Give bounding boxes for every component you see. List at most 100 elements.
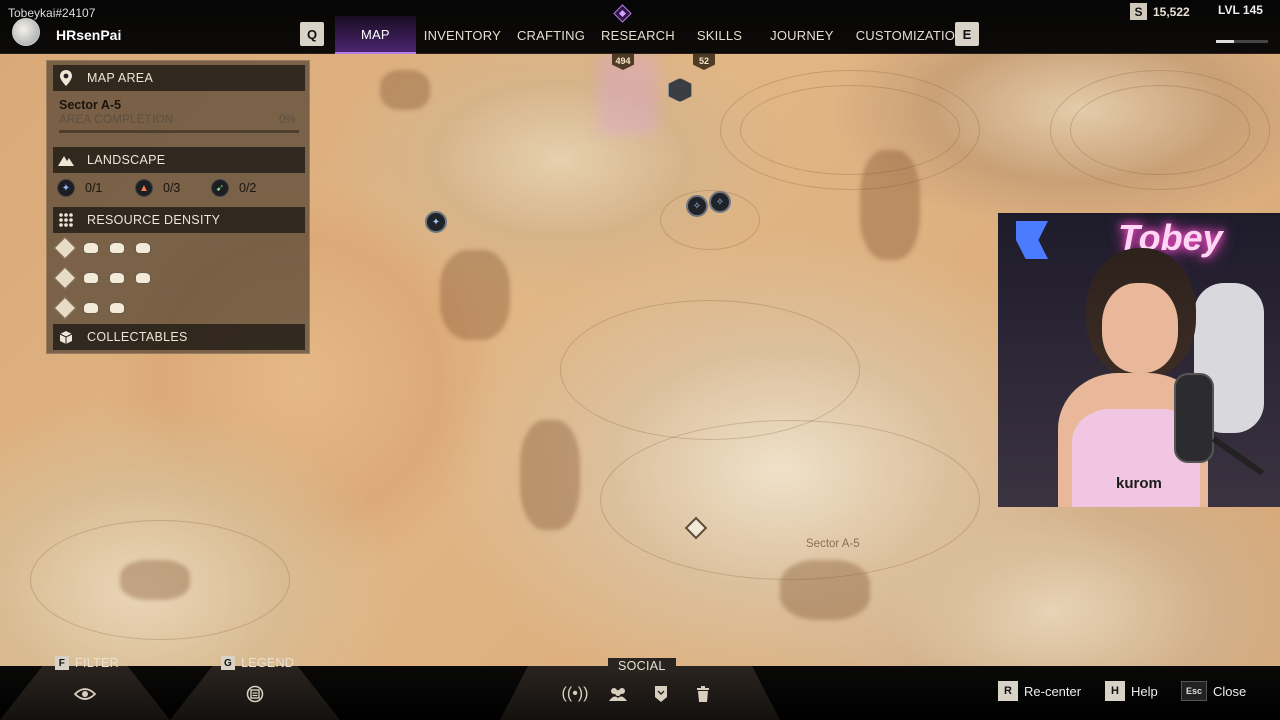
player-level: LVL 145 <box>1218 3 1263 17</box>
landscape-count: 0/3 <box>163 181 181 195</box>
trash-icon[interactable] <box>692 683 714 705</box>
resource-density-title: RESOURCE DENSITY <box>87 213 221 227</box>
collectables-header[interactable]: COLLECTABLES <box>53 324 305 350</box>
area-completion-value: 0% <box>279 114 296 126</box>
guild-banner-icon[interactable] <box>650 683 672 705</box>
resource-pebble-icon[interactable] <box>83 302 99 314</box>
currency-icon: S <box>1130 3 1147 20</box>
social-tab[interactable]: SOCIAL <box>608 658 676 674</box>
recenter-label: Re-center <box>1024 683 1082 699</box>
resource-clay-icon[interactable] <box>135 272 151 284</box>
sector-map-label: Sector A-5 <box>806 538 860 550</box>
rock-shadow <box>780 560 870 620</box>
terrain-contour <box>1070 85 1250 175</box>
channel-logo <box>1016 221 1048 259</box>
rock-shadow <box>440 250 510 340</box>
avatar[interactable] <box>12 18 40 46</box>
legend-book-icon[interactable] <box>244 683 266 705</box>
grid-dots-icon <box>55 209 77 231</box>
top-navigation-bar: Tobeykai#24107 HRsenPai Q MAP INVENTORY … <box>0 0 1280 54</box>
cave-icon: ✦ <box>57 179 75 197</box>
tab-map[interactable]: MAP <box>335 16 416 54</box>
resource-node-icon[interactable]: ✧ <box>686 195 708 217</box>
recenter-key: R <box>998 681 1018 701</box>
streamer-face <box>1102 283 1178 373</box>
collectables-title: COLLECTABLES <box>87 330 188 344</box>
filter-tab[interactable]: F FILTER <box>55 654 119 672</box>
tab-inventory[interactable]: INVENTORY <box>416 16 509 54</box>
help-button[interactable]: H Help <box>1105 681 1158 701</box>
main-tabs: MAP INVENTORY CRAFTING RESEARCH SKILLS J… <box>335 16 973 54</box>
legend-tab[interactable]: G LEGEND <box>221 654 294 672</box>
player-name: HRsenPai <box>56 27 122 43</box>
tab-journey[interactable]: JOURNEY <box>756 16 848 54</box>
help-key: H <box>1105 681 1125 701</box>
filter-label: FILTER <box>75 656 119 670</box>
sector-name: Sector A-5 <box>59 98 122 112</box>
landscape-count: 0/2 <box>239 181 257 195</box>
mountain-icon <box>55 149 77 171</box>
tab-skills[interactable]: SKILLS <box>683 16 756 54</box>
landscape-poi-icon[interactable]: ✦ <box>425 211 447 233</box>
location-pin-icon <box>55 67 77 89</box>
area-completion-bar <box>59 130 299 133</box>
landscape-count-ruin[interactable]: ➹ 0/2 <box>211 179 256 197</box>
resource-rock-icon[interactable] <box>135 242 151 254</box>
recenter-button[interactable]: R Re-center <box>998 681 1081 701</box>
social-label: SOCIAL <box>618 659 666 673</box>
resource-sand-icon[interactable] <box>109 272 125 284</box>
rock-shadow <box>860 150 920 260</box>
close-button[interactable]: Esc Close <box>1181 681 1246 701</box>
currency-display: S 15,522 <box>1130 3 1190 20</box>
resource-node-icon[interactable]: ✧ <box>709 191 731 213</box>
rock-shadow <box>120 560 190 600</box>
microphone <box>1174 373 1214 463</box>
terrain-contour <box>740 85 960 175</box>
legend-label: LEGEND <box>241 656 295 670</box>
xp-progress-bar <box>1216 40 1268 43</box>
map-info-panel: MAP AREA Sector A-5 AREA COMPLETION 0% L… <box>46 60 310 354</box>
outpost-icon[interactable] <box>668 78 692 102</box>
broadcast-icon[interactable]: ((•)) <box>562 683 589 705</box>
bottom-action-bar: F FILTER G LEGEND SOCIAL ((•)) R Re-cent… <box>0 656 1280 720</box>
map-flag-marker[interactable]: 52 <box>693 52 715 70</box>
terrain-contour <box>560 300 860 440</box>
resource-tier-row <box>53 266 151 290</box>
legend-key: G <box>221 656 235 670</box>
help-label: Help <box>1131 683 1158 699</box>
landscape-count-peak[interactable]: ▲ 0/3 <box>135 179 180 197</box>
landscape-count-cave[interactable]: ✦ 0/1 <box>57 179 102 197</box>
tier-3-icon <box>53 236 77 260</box>
rock-shadow <box>520 420 580 530</box>
resource-stone-icon[interactable] <box>109 242 125 254</box>
shirt-print: kurom <box>1116 475 1162 492</box>
resource-tier-row <box>53 296 125 320</box>
tier-1-icon <box>53 296 77 320</box>
next-tab-key[interactable]: E <box>955 22 979 46</box>
resource-density-header[interactable]: RESOURCE DENSITY <box>53 207 305 233</box>
eye-icon[interactable] <box>74 683 96 705</box>
map-area-header[interactable]: MAP AREA <box>53 65 305 91</box>
currency-amount: 15,522 <box>1153 4 1190 19</box>
resource-tier-row <box>53 236 151 260</box>
xp-progress-fill <box>1216 40 1235 43</box>
prev-tab-key[interactable]: Q <box>300 22 324 46</box>
player-info[interactable]: Tobeykai#24107 HRsenPai <box>8 6 148 48</box>
landscape-header[interactable]: LANDSCAPE <box>53 147 305 173</box>
landscape-title: LANDSCAPE <box>87 153 166 167</box>
resource-ore-icon[interactable] <box>83 242 99 254</box>
landscape-count: 0/1 <box>85 181 103 195</box>
tab-customization[interactable]: CUSTOMIZATION <box>848 16 973 54</box>
social-tab-bg <box>500 666 780 720</box>
tab-research[interactable]: RESEARCH <box>593 16 683 54</box>
close-key: Esc <box>1181 681 1208 701</box>
group-icon[interactable] <box>607 683 629 705</box>
tab-crafting[interactable]: CRAFTING <box>509 16 593 54</box>
filter-key: F <box>55 656 69 670</box>
resource-crystal-icon[interactable] <box>83 272 99 284</box>
rock-shadow <box>380 70 430 110</box>
ruin-icon: ➹ <box>211 179 229 197</box>
close-label: Close <box>1213 683 1247 699</box>
map-area-title: MAP AREA <box>87 71 154 85</box>
resource-boulder-icon[interactable] <box>109 302 125 314</box>
